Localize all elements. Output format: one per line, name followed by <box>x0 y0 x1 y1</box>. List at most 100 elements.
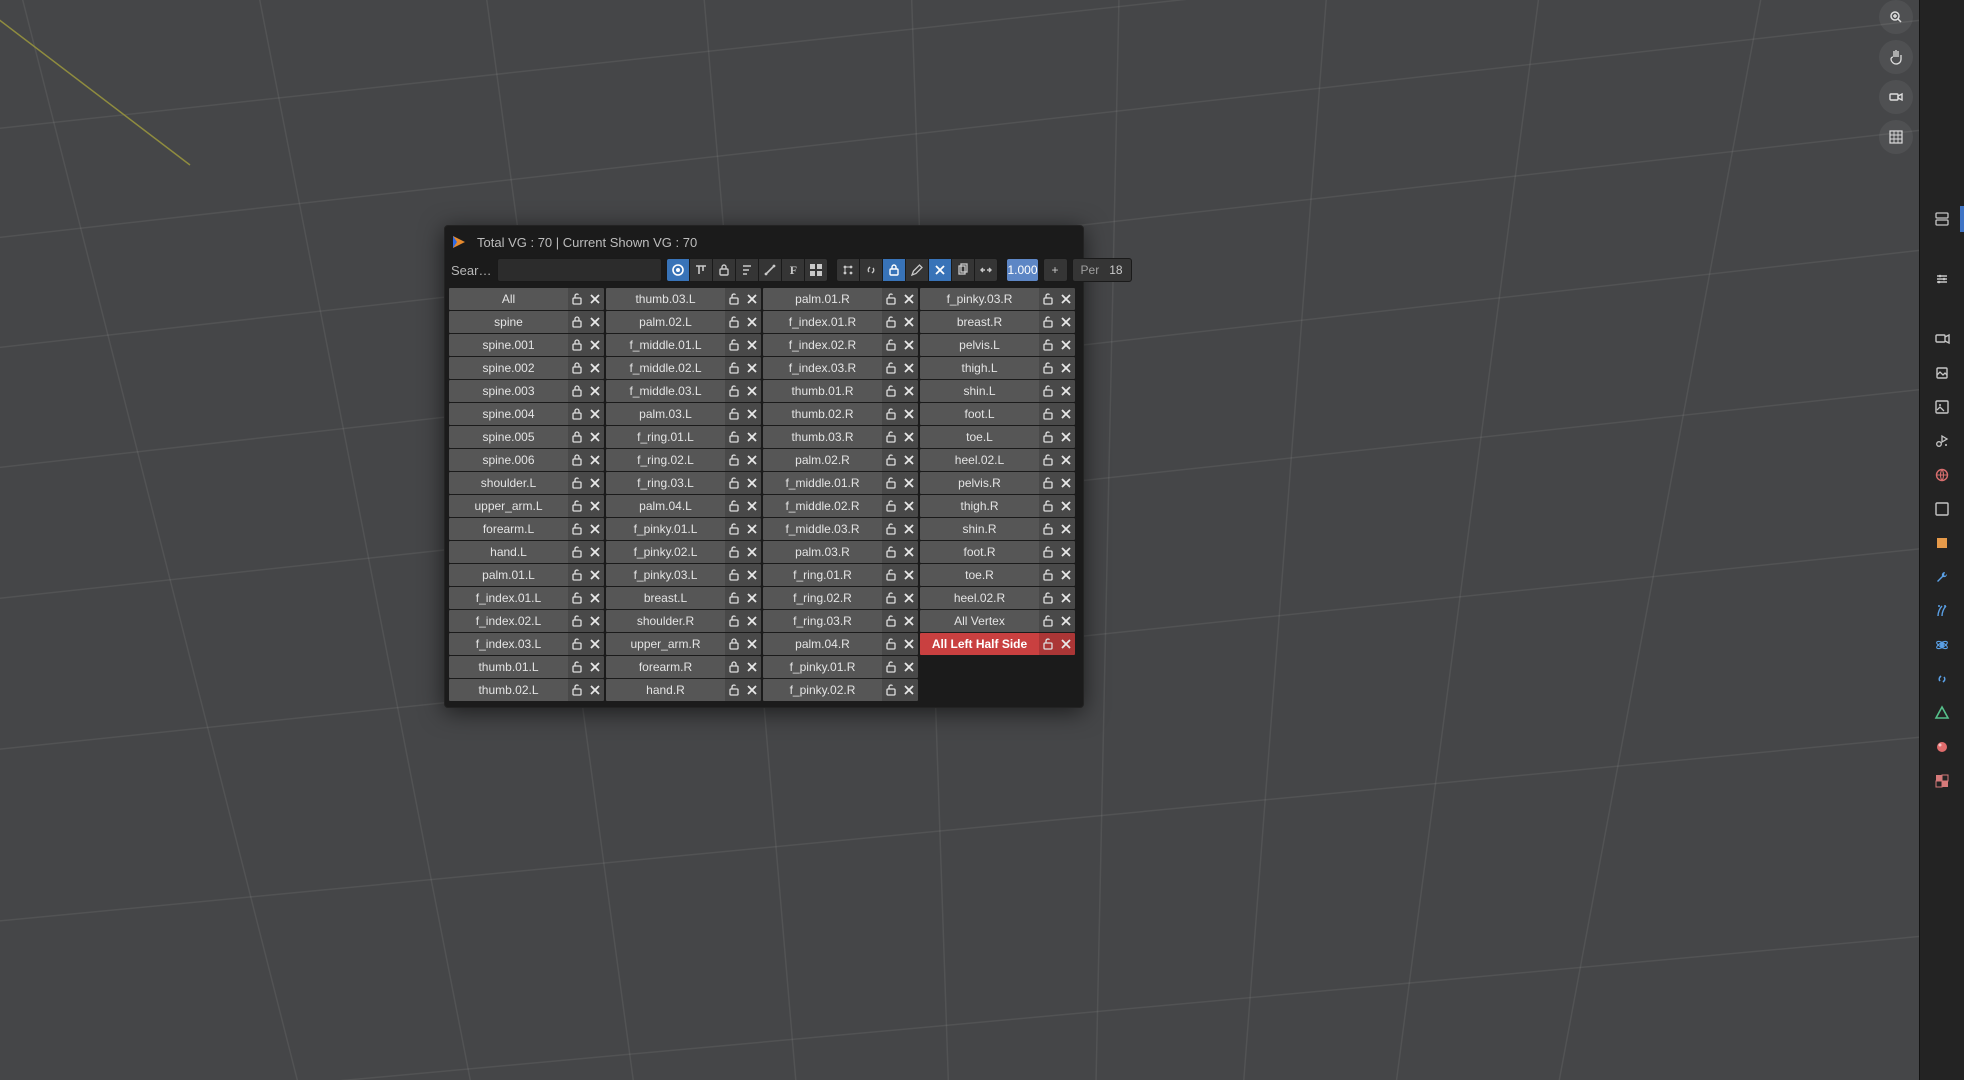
remove-icon[interactable] <box>1057 357 1075 379</box>
vg-row[interactable]: All Left Half Side <box>920 633 1075 655</box>
vg-name[interactable]: palm.02.L <box>606 315 725 329</box>
vg-row[interactable]: f_middle.03.R <box>763 518 918 540</box>
vg-row[interactable]: thigh.L <box>920 357 1075 379</box>
remove-icon[interactable] <box>586 656 604 678</box>
vg-name[interactable]: f_pinky.03.R <box>920 292 1039 306</box>
vg-name[interactable]: f_index.01.R <box>763 315 882 329</box>
vg-name[interactable]: forearm.R <box>606 660 725 674</box>
vg-row[interactable]: thumb.01.R <box>763 380 918 402</box>
vg-row[interactable]: All <box>449 288 604 310</box>
vg-name[interactable]: shin.R <box>920 522 1039 536</box>
lock-icon[interactable] <box>568 357 586 379</box>
vg-row[interactable]: forearm.R <box>606 656 761 678</box>
unlock-icon[interactable] <box>882 449 900 471</box>
remove-icon[interactable] <box>900 449 918 471</box>
remove-icon[interactable] <box>586 403 604 425</box>
unlock-icon[interactable] <box>725 541 743 563</box>
texture-tab[interactable] <box>1927 766 1957 796</box>
vg-name[interactable]: forearm.L <box>449 522 568 536</box>
lock-icon[interactable] <box>725 633 743 655</box>
remove-icon[interactable] <box>743 449 761 471</box>
vg-name[interactable]: breast.R <box>920 315 1039 329</box>
remove-icon[interactable] <box>586 610 604 632</box>
vg-row[interactable]: f_middle.02.R <box>763 495 918 517</box>
remove-icon[interactable] <box>586 541 604 563</box>
remove-icon[interactable] <box>1057 334 1075 356</box>
vg-name[interactable]: palm.03.L <box>606 407 725 421</box>
remove-icon[interactable] <box>900 426 918 448</box>
unlock-icon[interactable] <box>568 564 586 586</box>
unlock-icon[interactable] <box>568 587 586 609</box>
vg-name[interactable]: upper_arm.R <box>606 637 725 651</box>
vg-row[interactable]: f_middle.03.L <box>606 380 761 402</box>
vg-name[interactable]: toe.L <box>920 430 1039 444</box>
vg-name[interactable]: spine.005 <box>449 430 568 444</box>
remove-tool[interactable] <box>929 258 952 282</box>
remove-icon[interactable] <box>1057 610 1075 632</box>
unlock-icon[interactable] <box>882 541 900 563</box>
vg-name[interactable]: f_ring.03.L <box>606 476 725 490</box>
options-tab[interactable] <box>1927 204 1957 234</box>
vg-name[interactable]: palm.02.R <box>763 453 882 467</box>
vg-name[interactable]: thumb.03.L <box>606 292 725 306</box>
unlock-icon[interactable] <box>1039 449 1057 471</box>
unlock-icon[interactable] <box>568 679 586 701</box>
unlock-icon[interactable] <box>725 334 743 356</box>
vg-row[interactable]: f_middle.02.L <box>606 357 761 379</box>
vg-row[interactable]: f_middle.01.L <box>606 334 761 356</box>
viewport-3d[interactable]: Total VG : 70 | Current Shown VG : 70 Se… <box>0 0 1964 1080</box>
physics-tab[interactable] <box>1927 630 1957 660</box>
vg-name[interactable]: spine.001 <box>449 338 568 352</box>
expand-toggle[interactable] <box>805 258 828 282</box>
vg-name[interactable]: palm.04.L <box>606 499 725 513</box>
unlock-icon[interactable] <box>882 518 900 540</box>
vg-name[interactable]: thumb.02.L <box>449 683 568 697</box>
unlock-icon[interactable] <box>725 311 743 333</box>
unlock-icon[interactable] <box>1039 334 1057 356</box>
remove-icon[interactable] <box>743 587 761 609</box>
vg-row[interactable]: f_ring.03.L <box>606 472 761 494</box>
vg-name[interactable]: palm.01.R <box>763 292 882 306</box>
unlock-icon[interactable] <box>882 610 900 632</box>
vg-name[interactable]: f_index.03.R <box>763 361 882 375</box>
remove-icon[interactable] <box>743 633 761 655</box>
object-tab[interactable] <box>1927 528 1957 558</box>
vg-name[interactable]: f_index.01.L <box>449 591 568 605</box>
remove-icon[interactable] <box>1057 587 1075 609</box>
remove-icon[interactable] <box>586 426 604 448</box>
camera-gizmo[interactable] <box>1879 80 1913 114</box>
modifier-tab[interactable] <box>1927 562 1957 592</box>
vg-row[interactable]: toe.L <box>920 426 1075 448</box>
unlock-icon[interactable] <box>1039 311 1057 333</box>
vg-name[interactable]: All Vertex <box>920 614 1039 628</box>
scene-tab[interactable] <box>1927 426 1957 456</box>
vg-row[interactable]: spine <box>449 311 604 333</box>
unlock-icon[interactable] <box>568 633 586 655</box>
vg-name[interactable]: f_middle.02.R <box>763 499 882 513</box>
unlock-icon[interactable] <box>1039 633 1057 655</box>
vg-row[interactable]: foot.L <box>920 403 1075 425</box>
unlock-icon[interactable] <box>725 587 743 609</box>
unlock-icon[interactable] <box>725 426 743 448</box>
perspective-gizmo[interactable] <box>1879 120 1913 154</box>
vg-name[interactable]: shoulder.L <box>449 476 568 490</box>
vg-row[interactable]: palm.02.L <box>606 311 761 333</box>
remove-icon[interactable] <box>900 288 918 310</box>
unlock-icon[interactable] <box>882 587 900 609</box>
vg-name[interactable]: f_pinky.01.R <box>763 660 882 674</box>
vg-name[interactable]: f_middle.03.R <box>763 522 882 536</box>
lock-icon[interactable] <box>568 449 586 471</box>
unlock-icon[interactable] <box>882 334 900 356</box>
vg-name[interactable]: f_index.03.L <box>449 637 568 651</box>
remove-icon[interactable] <box>586 518 604 540</box>
unlock-icon[interactable] <box>568 610 586 632</box>
unlock-icon[interactable] <box>1039 587 1057 609</box>
vg-row[interactable]: f_index.01.L <box>449 587 604 609</box>
vg-row[interactable]: f_index.01.R <box>763 311 918 333</box>
vg-row[interactable]: foot.R <box>920 541 1075 563</box>
remove-icon[interactable] <box>743 403 761 425</box>
unlock-icon[interactable] <box>1039 380 1057 402</box>
vg-name[interactable]: palm.01.L <box>449 568 568 582</box>
vg-row[interactable]: palm.01.L <box>449 564 604 586</box>
vg-name[interactable]: f_index.02.L <box>449 614 568 628</box>
